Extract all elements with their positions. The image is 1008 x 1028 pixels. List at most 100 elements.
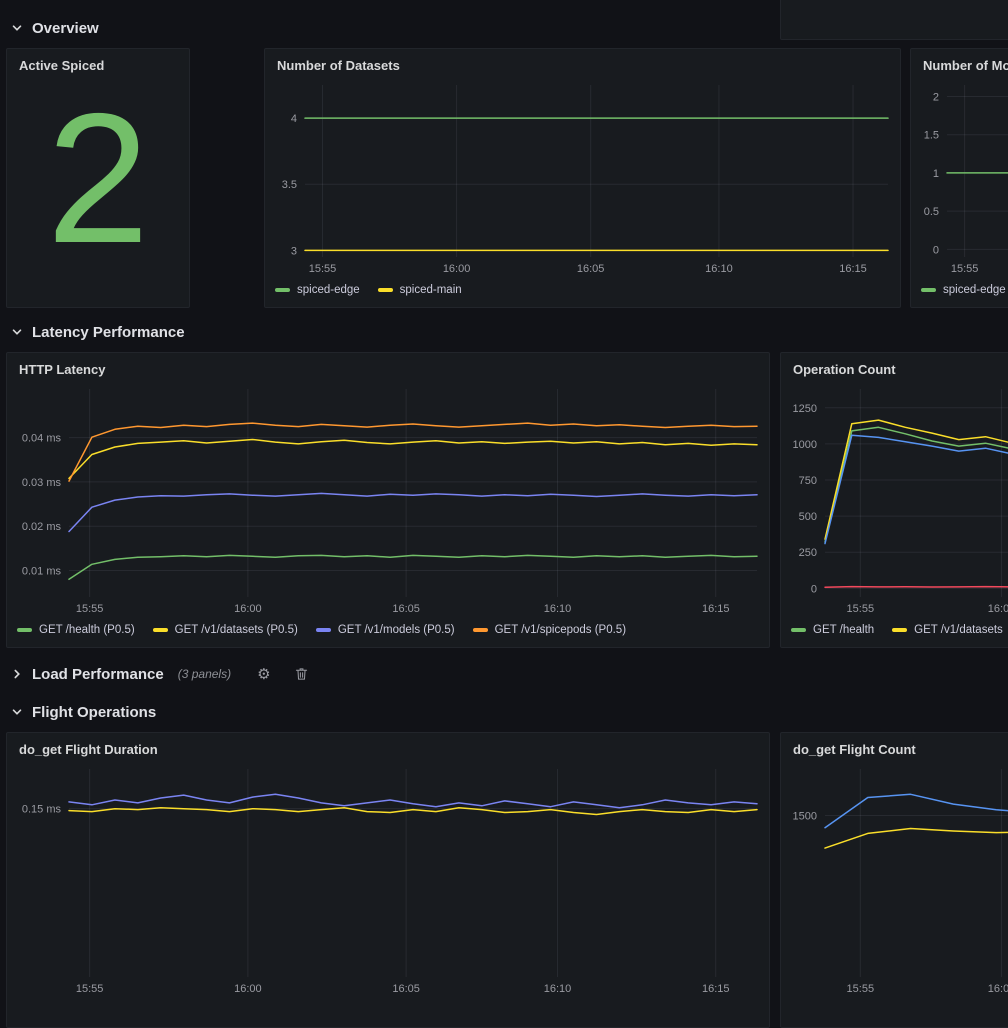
svg-text:16:10: 16:10 xyxy=(544,983,572,995)
legend-item[interactable]: spiced-edge xyxy=(275,284,360,296)
svg-text:15:55: 15:55 xyxy=(76,603,104,615)
legend-swatch-icon xyxy=(473,628,488,632)
svg-text:0.02 ms: 0.02 ms xyxy=(22,521,62,533)
legend-label: GET /v1/spicepods (P0.5) xyxy=(495,624,626,636)
chevron-down-icon xyxy=(10,21,24,35)
svg-text:16:10: 16:10 xyxy=(544,603,572,615)
chart-canvas: 02505007501000125015:5516:0016:0516:1016… xyxy=(781,379,1008,617)
chart-canvas: 00.511.5215:5516:0016:0516:1016:15 xyxy=(911,75,1008,277)
svg-text:16:15: 16:15 xyxy=(702,603,730,615)
row-header-latency-performance[interactable]: Latency Performance xyxy=(10,320,185,344)
panel-title: Number of Models xyxy=(911,49,1008,75)
row-title-load-performance: Load Performance xyxy=(32,666,164,683)
row-settings-button[interactable]: ⚙ xyxy=(257,667,270,682)
panel-http-latency: HTTP Latency 0.01 ms0.02 ms0.03 ms0.04 m… xyxy=(6,352,770,648)
svg-text:16:05: 16:05 xyxy=(392,603,420,615)
panel-number-of-models: Number of Models 00.511.5215:5516:0016:0… xyxy=(910,48,1008,308)
panel-title: Number of Datasets xyxy=(265,49,900,75)
svg-text:1500: 1500 xyxy=(793,810,817,822)
panel-fragment-top xyxy=(780,0,1008,40)
panel-title: do_get Flight Duration xyxy=(7,733,769,759)
svg-text:0: 0 xyxy=(933,244,939,256)
legend-swatch-icon xyxy=(153,628,168,632)
svg-text:250: 250 xyxy=(799,547,817,559)
panel-do-get-flight-duration: do_get Flight Duration 0.15 ms15:5516:00… xyxy=(6,732,770,1028)
http-latency-chart[interactable]: 0.01 ms 0.02 ms 0.03 ms 0.04 ms 15:55 16:00 16… xyxy=(7,379,769,617)
legend-swatch-icon xyxy=(791,628,806,632)
legend-swatch-icon xyxy=(921,288,936,292)
legend-swatch-icon xyxy=(275,288,290,292)
do-get-flight-duration-legend xyxy=(7,997,769,1027)
svg-text:16:00: 16:00 xyxy=(234,603,262,615)
panel-number-of-datasets: Number of Datasets 33.5415:5516:0016:051… xyxy=(264,48,901,308)
svg-text:1000: 1000 xyxy=(793,439,817,451)
do-get-flight-count-legend xyxy=(781,997,1008,1027)
legend-item[interactable]: GET /health xyxy=(791,624,874,636)
chevron-right-icon xyxy=(10,667,24,681)
chevron-down-icon xyxy=(10,705,24,719)
legend-label: GET /v1/datasets xyxy=(914,624,1003,636)
legend-item[interactable]: GET /health (P0.5) xyxy=(17,624,135,636)
row-header-overview[interactable]: Overview xyxy=(10,16,99,40)
operation-count-legend: GET /health GET /v1/datasets xyxy=(781,617,1008,647)
panel-title: Active Spiced xyxy=(7,49,189,75)
chart-canvas: 0.15 ms15:5516:0016:0516:1016:15 xyxy=(7,759,769,997)
svg-text:1: 1 xyxy=(933,168,939,180)
chevron-down-icon xyxy=(10,325,24,339)
chart-canvas: 150015:5516:0016:0516:1016:15 xyxy=(781,759,1008,997)
legend-label: spiced-edge xyxy=(943,284,1006,296)
number-of-models-chart[interactable]: 00.511.5215:5516:0016:0516:1016:15 xyxy=(911,75,1008,277)
chart-canvas: 33.5415:5516:0016:0516:1016:15 xyxy=(265,75,900,277)
svg-text:0.04 ms: 0.04 ms xyxy=(22,433,62,445)
svg-text:16:00: 16:00 xyxy=(988,983,1008,995)
do-get-flight-duration-chart[interactable]: 0.15 ms15:5516:0016:0516:1016:15 xyxy=(7,759,769,997)
svg-text:16:15: 16:15 xyxy=(702,983,730,995)
http-latency-legend: GET /health (P0.5) GET /v1/datasets (P0.5… xyxy=(7,617,769,647)
panel-do-get-flight-count: do_get Flight Count 150015:5516:0016:051… xyxy=(780,732,1008,1028)
row-title-latency-performance: Latency Performance xyxy=(32,324,185,341)
legend-swatch-icon xyxy=(17,628,32,632)
svg-text:16:15: 16:15 xyxy=(839,263,867,275)
panel-active-spiced: Active Spiced 2 xyxy=(6,48,190,308)
number-of-models-legend: spiced-edge xyxy=(911,277,1008,307)
trash-icon xyxy=(295,667,308,681)
operation-count-chart[interactable]: 02505007501000125015:5516:0016:0516:1016… xyxy=(781,379,1008,617)
svg-text:3: 3 xyxy=(291,245,297,257)
svg-text:15:55: 15:55 xyxy=(951,263,979,275)
stat-value: 2 xyxy=(7,75,189,307)
do-get-flight-count-chart[interactable]: 150015:5516:0016:0516:1016:15 xyxy=(781,759,1008,997)
svg-text:1.5: 1.5 xyxy=(924,130,939,142)
legend-label: GET /v1/datasets (P0.5) xyxy=(175,624,298,636)
svg-text:0: 0 xyxy=(811,583,817,595)
chart-canvas: 0.01 ms 0.02 ms 0.03 ms 0.04 ms 15:55 16:00 16… xyxy=(7,379,769,617)
legend-item[interactable]: GET /v1/datasets xyxy=(892,624,1003,636)
svg-text:0.01 ms: 0.01 ms xyxy=(22,565,62,577)
row-header-load-performance[interactable]: Load Performance (3 panels) ⚙ xyxy=(10,662,308,686)
svg-text:0.15 ms: 0.15 ms xyxy=(22,804,62,816)
svg-text:16:05: 16:05 xyxy=(392,983,420,995)
legend-label: spiced-edge xyxy=(297,284,360,296)
svg-text:1250: 1250 xyxy=(793,403,817,415)
panel-title: Operation Count xyxy=(781,353,1008,379)
gear-icon: ⚙ xyxy=(257,667,270,682)
legend-label: spiced-main xyxy=(400,284,462,296)
row-header-flight-operations[interactable]: Flight Operations xyxy=(10,700,156,724)
legend-item[interactable]: GET /v1/spicepods (P0.5) xyxy=(473,624,626,636)
row-delete-button[interactable] xyxy=(295,667,308,681)
svg-text:0.03 ms: 0.03 ms xyxy=(22,477,62,489)
number-of-datasets-chart[interactable]: 33.5415:5516:0016:0516:1016:15 xyxy=(265,75,900,277)
row-title-flight-operations: Flight Operations xyxy=(32,704,156,721)
legend-item[interactable]: spiced-edge xyxy=(921,284,1006,296)
svg-text:2: 2 xyxy=(933,91,939,103)
legend-item[interactable]: GET /v1/datasets (P0.5) xyxy=(153,624,298,636)
svg-text:15:55: 15:55 xyxy=(847,603,875,615)
svg-text:3.5: 3.5 xyxy=(282,179,297,191)
svg-text:16:05: 16:05 xyxy=(577,263,605,275)
svg-text:16:00: 16:00 xyxy=(988,603,1008,615)
svg-text:16:00: 16:00 xyxy=(443,263,471,275)
legend-item[interactable]: GET /v1/models (P0.5) xyxy=(316,624,455,636)
svg-text:500: 500 xyxy=(799,511,817,523)
svg-text:16:10: 16:10 xyxy=(705,263,733,275)
row-title-overview: Overview xyxy=(32,20,99,37)
legend-item[interactable]: spiced-main xyxy=(378,284,462,296)
